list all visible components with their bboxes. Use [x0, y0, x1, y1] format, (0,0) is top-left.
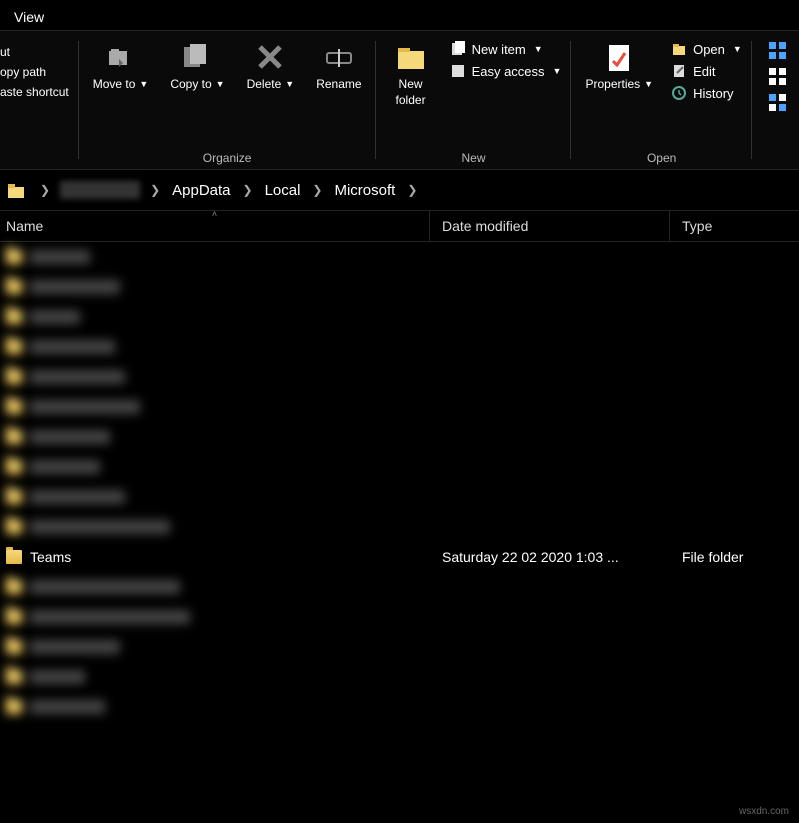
list-item[interactable]	[0, 242, 799, 272]
rename-label: Rename	[316, 77, 361, 93]
folder-icon	[6, 550, 22, 564]
new-item-icon	[450, 41, 466, 57]
rename-button[interactable]: Rename	[312, 39, 365, 95]
file-date: Saturday 22 02 2020 1:03 ...	[430, 549, 670, 565]
watermark: wsxdn.com	[739, 806, 789, 817]
list-item[interactable]	[0, 362, 799, 392]
chevron-down-icon: ▼	[553, 66, 562, 76]
list-item-teams[interactable]: Teams Saturday 22 02 2020 1:03 ... File …	[0, 542, 799, 572]
chevron-right-icon[interactable]: ❯	[304, 183, 330, 197]
column-header-date[interactable]: Date modified	[430, 211, 670, 241]
list-item[interactable]	[0, 482, 799, 512]
folder-icon	[6, 180, 26, 200]
ribbon-group-select	[752, 31, 798, 169]
list-item[interactable]	[0, 602, 799, 632]
file-type: File folder	[670, 549, 799, 565]
chevron-down-icon: ▼	[285, 79, 294, 91]
select-none-icon[interactable]	[768, 67, 788, 87]
invert-selection-icon[interactable]	[768, 93, 788, 113]
move-to-label: Move to	[93, 77, 136, 93]
sort-ascending-icon: ˄	[212, 209, 217, 219]
edit-icon	[671, 63, 687, 79]
group-label-new: New	[462, 147, 486, 165]
group-label-clipboard	[33, 147, 36, 165]
file-list: Teams Saturday 22 02 2020 1:03 ... File …	[0, 242, 799, 722]
ribbon-tab-bar: View	[0, 0, 799, 30]
list-item[interactable]	[0, 392, 799, 422]
chevron-right-icon[interactable]: ❯	[142, 183, 168, 197]
chevron-right-icon[interactable]: ❯	[32, 183, 58, 197]
list-item[interactable]	[0, 422, 799, 452]
delete-button[interactable]: Delete▼	[243, 39, 299, 95]
copy-path-button[interactable]: opy path	[0, 65, 69, 79]
delete-label: Delete	[247, 77, 282, 93]
column-headers: Name ˄ Date modified Type	[0, 210, 799, 242]
chevron-down-icon: ▼	[216, 79, 225, 91]
new-item-button[interactable]: New item ▼	[450, 41, 562, 57]
list-item[interactable]	[0, 302, 799, 332]
list-item[interactable]	[0, 662, 799, 692]
group-label-organize: Organize	[203, 147, 252, 165]
breadcrumb-item-appdata[interactable]: AppData	[168, 182, 234, 199]
open-icon	[671, 41, 687, 57]
chevron-down-icon: ▼	[733, 44, 742, 54]
copy-to-label: Copy to	[170, 77, 211, 93]
new-item-label: New item	[472, 42, 526, 57]
column-header-name[interactable]: Name ˄	[0, 211, 430, 241]
copy-to-icon	[181, 41, 213, 73]
move-to-button[interactable]: Move to▼	[89, 39, 153, 95]
paste-shortcut-button[interactable]: aste shortcut	[0, 85, 69, 99]
history-button[interactable]: History	[671, 85, 742, 101]
new-folder-icon	[395, 41, 427, 73]
open-label: Open	[693, 42, 725, 57]
list-item[interactable]	[0, 692, 799, 722]
breadcrumb[interactable]: ❯ ❯ AppData ❯ Local ❯ Microsoft ❯	[0, 170, 799, 210]
ribbon-group-organize: Move to▼ Copy to▼ Delete▼ Rename	[79, 31, 376, 169]
rename-icon	[323, 41, 355, 73]
list-item[interactable]	[0, 512, 799, 542]
easy-access-icon	[450, 63, 466, 79]
copy-to-button[interactable]: Copy to ▼	[166, 39, 228, 95]
easy-access-button[interactable]: Easy access ▼	[450, 63, 562, 79]
ribbon-group-new: New folder New item ▼ Easy access ▼ New	[376, 31, 572, 169]
open-button[interactable]: Open ▼	[671, 41, 742, 57]
select-all-icon[interactable]	[768, 41, 788, 61]
ribbon-group-open: Properties ▼ Open ▼ Edit History Open	[571, 31, 751, 169]
properties-button[interactable]: Properties ▼	[581, 39, 657, 95]
edit-button[interactable]: Edit	[671, 63, 742, 79]
chevron-down-icon: ▼	[139, 79, 148, 91]
column-name-label: Name	[6, 218, 43, 234]
chevron-down-icon: ▼	[534, 44, 543, 54]
chevron-right-icon[interactable]: ❯	[399, 183, 425, 197]
history-label: History	[693, 86, 733, 101]
breadcrumb-item-blurred[interactable]	[60, 181, 140, 199]
cut-button[interactable]: ut	[0, 45, 69, 59]
new-folder-button[interactable]: New folder	[386, 39, 436, 110]
list-item[interactable]	[0, 332, 799, 362]
delete-icon	[254, 41, 286, 73]
properties-icon	[603, 41, 635, 73]
list-item[interactable]	[0, 572, 799, 602]
list-item[interactable]	[0, 452, 799, 482]
move-to-icon	[105, 41, 137, 73]
history-icon	[671, 85, 687, 101]
breadcrumb-item-local[interactable]: Local	[261, 182, 305, 199]
ribbon: ut opy path aste shortcut Move to▼ Copy …	[0, 30, 799, 170]
breadcrumb-item-microsoft[interactable]: Microsoft	[330, 182, 399, 199]
group-label-open: Open	[647, 147, 676, 165]
properties-label: Properties	[585, 77, 640, 93]
file-name: Teams	[30, 549, 71, 565]
edit-label: Edit	[693, 64, 715, 79]
list-item[interactable]	[0, 272, 799, 302]
ribbon-group-clipboard: ut opy path aste shortcut	[0, 31, 79, 169]
tab-view[interactable]: View	[0, 3, 58, 30]
list-item[interactable]	[0, 632, 799, 662]
easy-access-label: Easy access	[472, 64, 545, 79]
column-header-type[interactable]: Type	[670, 211, 799, 241]
new-folder-label: New folder	[390, 77, 432, 108]
chevron-right-icon[interactable]: ❯	[235, 183, 261, 197]
chevron-down-icon: ▼	[644, 79, 653, 91]
